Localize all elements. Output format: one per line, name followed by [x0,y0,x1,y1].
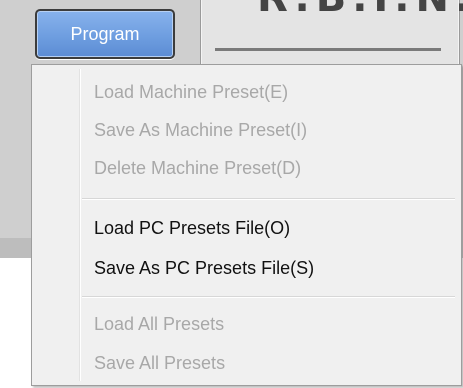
menu-separator [82,198,455,200]
menu-item-load-pc-presets-file[interactable]: Load PC Presets File(O) [94,215,290,241]
menu-icon-gutter [79,69,81,381]
menu-item-load-all-presets[interactable]: Load All Presets [94,311,224,337]
display-divider [215,48,441,51]
program-context-menu: Load Machine Preset(E) Save As Machine P… [31,64,462,386]
program-button[interactable]: Program [35,9,175,59]
display-text: R.B.I.N.E [257,0,463,21]
screen: R.B.I.N.E Program Load Machine Preset(E)… [0,0,463,388]
menu-separator [82,296,455,298]
menu-item-save-as-machine-preset[interactable]: Save As Machine Preset(I) [94,117,307,143]
menu-item-save-as-pc-presets-file[interactable]: Save As PC Presets File(S) [94,255,314,281]
menu-item-load-machine-preset[interactable]: Load Machine Preset(E) [94,79,288,105]
menu-item-save-all-presets[interactable]: Save All Presets [94,350,225,376]
display-window: R.B.I.N.E [200,0,463,72]
menu-item-delete-machine-preset[interactable]: Delete Machine Preset(D) [94,155,301,181]
